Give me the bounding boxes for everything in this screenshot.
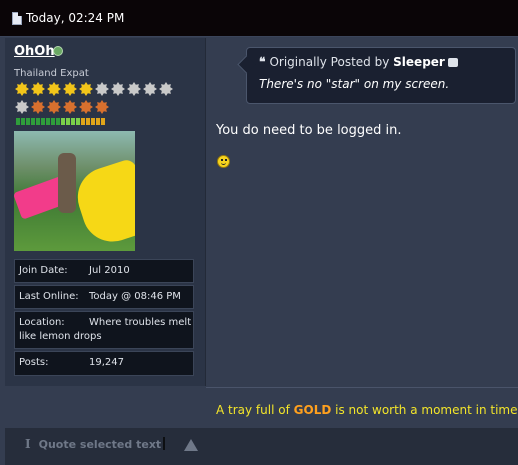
last-online-value: Today @ 08:46 PM — [89, 291, 181, 302]
rank-star-icon — [95, 100, 109, 114]
reputation-segment — [41, 118, 45, 125]
forum-post: Today, 02:24 PM OhOh Thailand Expat Join… — [0, 0, 518, 465]
post-document-icon — [12, 11, 22, 25]
join-date-row: Join Date: Jul 2010 — [14, 259, 194, 283]
rank-star-icon — [47, 82, 61, 96]
username-link[interactable]: OhOh — [14, 44, 55, 59]
rank-star-icon — [79, 100, 93, 114]
reputation-segment — [81, 118, 85, 125]
quote-selected-button[interactable]: I Quote selected text — [25, 437, 161, 451]
reputation-segment — [71, 118, 75, 125]
reputation-segment — [76, 118, 80, 125]
rank-star-icon — [143, 82, 157, 96]
quote-marks-icon: ❝ — [259, 55, 266, 69]
posts-count: 19,247 — [89, 357, 124, 368]
reputation-segment — [21, 118, 25, 125]
quote-prefix: Originally Posted by — [269, 55, 390, 69]
online-status-icon — [53, 46, 63, 56]
posts-label: Posts: — [19, 357, 49, 368]
avatar-yellow-float — [70, 157, 135, 250]
posts-row: Posts: 19,247 — [14, 351, 194, 376]
rank-star-icon — [63, 82, 77, 96]
reputation-segment — [56, 118, 60, 125]
rank-stars — [15, 81, 195, 115]
reputation-bar — [16, 118, 106, 125]
signature-text: A tray full of GOLD is not worth a momen… — [216, 403, 518, 417]
reputation-segment — [36, 118, 40, 125]
rank-star-icon — [63, 100, 77, 114]
post-message: You do need to be logged in. — [216, 123, 402, 138]
rank-star-icon — [95, 82, 109, 96]
reputation-segment — [86, 118, 90, 125]
footer-separator — [163, 437, 165, 450]
last-online-row: Last Online: Today @ 08:46 PM — [14, 285, 194, 309]
quote-text: There's no "star" on my screen. — [259, 77, 450, 91]
rank-star-icon — [31, 82, 45, 96]
rank-star-icon — [31, 100, 45, 114]
location-row: Location: Where troubles melt like lemon… — [14, 311, 194, 349]
user-avatar[interactable] — [14, 131, 135, 251]
post-header: Today, 02:24 PM — [0, 0, 518, 37]
location-value-continued: like lemon drops — [19, 331, 102, 342]
post-content: ❝ Originally Posted by Sleeper There's no… — [206, 38, 518, 386]
location-label: Location: — [19, 317, 65, 328]
view-post-arrow-icon[interactable] — [447, 58, 458, 67]
rank-stars-row-2 — [15, 99, 195, 115]
last-online-label: Last Online: — [19, 291, 79, 302]
rank-star-icon — [159, 82, 173, 96]
join-date-value: Jul 2010 — [89, 265, 130, 276]
rank-stars-row-1 — [15, 81, 195, 97]
join-date-label: Join Date: — [19, 265, 68, 276]
location-value: Where troubles melt — [89, 317, 192, 328]
user-signature: A tray full of GOLD is not worth a momen… — [206, 387, 518, 428]
quote-block: ❝ Originally Posted by Sleeper There's no… — [246, 47, 516, 104]
reputation-segment — [96, 118, 100, 125]
reputation-segment — [101, 118, 105, 125]
user-info-panel: OhOh Thailand Expat Join Date: Jul 2010 … — [5, 38, 206, 386]
post-date: Today, 02:24 PM — [26, 11, 125, 25]
signature-gold: GOLD — [293, 403, 332, 417]
reputation-segment — [51, 118, 55, 125]
reputation-segment — [46, 118, 50, 125]
rank-star-icon — [15, 82, 29, 96]
reputation-segment — [16, 118, 20, 125]
text-cursor-icon: I — [25, 437, 31, 451]
signature-before: A tray full of — [216, 403, 290, 417]
reputation-segment — [26, 118, 30, 125]
rank-star-icon — [79, 82, 93, 96]
reputation-segment — [61, 118, 65, 125]
rank-star-icon — [127, 82, 141, 96]
signature-after: is not worth a moment in time. — [335, 403, 518, 417]
avatar-person — [58, 153, 76, 213]
rank-star-icon — [47, 100, 61, 114]
smiley-icon — [217, 155, 230, 168]
rank-star-icon — [111, 82, 125, 96]
post-footer: I Quote selected text — [5, 428, 518, 465]
reputation-segment — [31, 118, 35, 125]
reputation-segment — [66, 118, 70, 125]
report-warning-icon[interactable] — [184, 439, 198, 451]
user-title: Thailand Expat — [14, 68, 89, 79]
quote-header: ❝ Originally Posted by Sleeper — [259, 55, 458, 69]
reputation-segment — [91, 118, 95, 125]
quote-author: Sleeper — [393, 55, 445, 69]
rank-star-icon — [15, 100, 29, 114]
quote-selected-label: Quote selected text — [38, 437, 162, 451]
